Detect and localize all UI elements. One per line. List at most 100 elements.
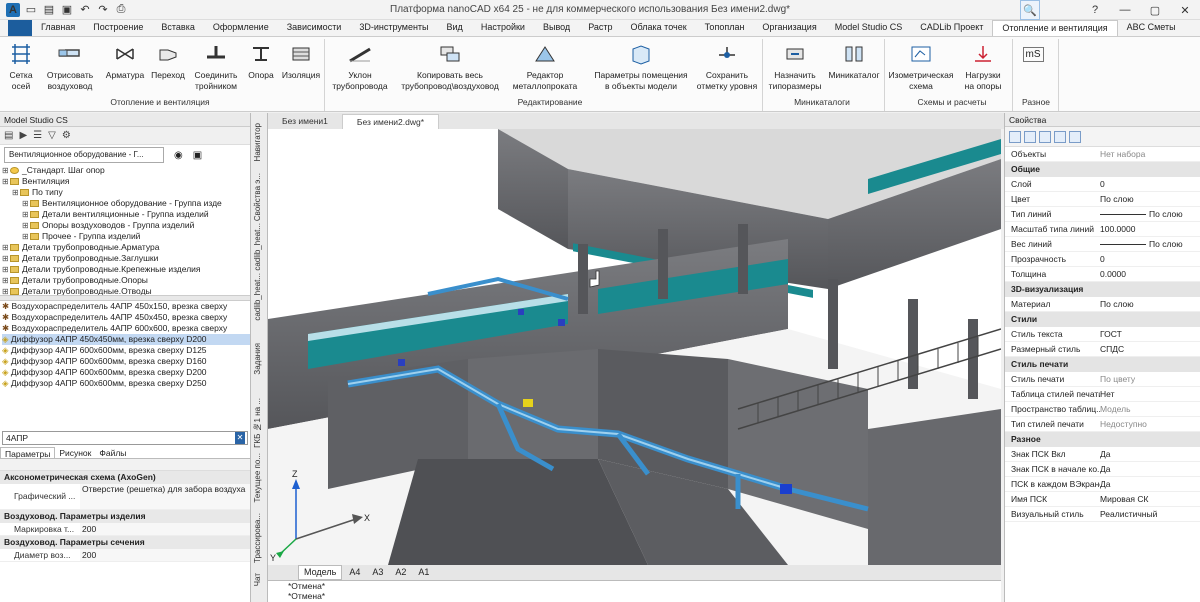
property-row[interactable]: Вес линий По слою xyxy=(1005,237,1200,252)
tree-node[interactable]: ⊞ Детали трубопроводные.Опоры xyxy=(2,275,250,286)
subtab[interactable]: Рисунок xyxy=(55,447,95,458)
side-tab[interactable]: Чат xyxy=(253,573,262,586)
save-icon[interactable]: ▣ xyxy=(60,3,74,17)
tee-connect-button[interactable]: Соединить тройником xyxy=(190,41,242,92)
stamp-icon[interactable]: ▣ xyxy=(193,150,202,161)
property-section[interactable]: Разное xyxy=(1005,432,1200,447)
ribbon-tab[interactable]: ABC Сметы xyxy=(1118,20,1185,36)
view-icon[interactable]: ☰ xyxy=(33,130,42,141)
expand-icon[interactable]: ⊞ xyxy=(2,165,10,176)
command-line[interactable]: *Отмена* *Отмена* xyxy=(268,580,1001,602)
property-row[interactable]: Таблица стилей печати Нет xyxy=(1005,387,1200,402)
document-tab[interactable]: Без имени1 xyxy=(268,114,342,129)
search-icon[interactable]: 🔍 xyxy=(1020,0,1040,20)
side-tab[interactable]: Свойства э... xyxy=(253,173,262,221)
property-row[interactable]: Знак ПСК Вкл Да xyxy=(1005,447,1200,462)
new-file-icon[interactable]: ▭ xyxy=(24,3,38,17)
prop-row-objects[interactable]: Объекты Нет набора xyxy=(1005,147,1200,162)
filter-icon[interactable] xyxy=(1054,130,1066,143)
room-params-button[interactable]: Параметры помещения в объекты модели xyxy=(586,41,696,92)
folder-icon[interactable]: ▤ xyxy=(4,130,13,141)
pickadd-icon[interactable] xyxy=(1039,130,1051,143)
layers-icon[interactable] xyxy=(1069,130,1081,143)
quick-select-icon[interactable] xyxy=(1009,130,1021,143)
tree-node[interactable]: ⊞ Вентиляция xyxy=(2,176,250,187)
ribbon-tab[interactable]: Вставка xyxy=(152,20,203,36)
maximize-button[interactable]: ▢ xyxy=(1140,0,1170,20)
side-tab[interactable]: Текущее по... xyxy=(253,453,262,503)
ribbon-tab[interactable]: Организация xyxy=(753,20,825,36)
undo-icon[interactable]: ↶ xyxy=(78,3,92,17)
property-row[interactable]: Материал По слою xyxy=(1005,297,1200,312)
file-menu-button[interactable] xyxy=(8,20,32,36)
play-icon[interactable]: ▶ xyxy=(19,130,27,141)
property-row[interactable]: Слой 0 xyxy=(1005,177,1200,192)
tree-node[interactable]: ⊞ Детали трубопроводные.Заглушки xyxy=(2,253,250,264)
ribbon-tab[interactable]: Вывод xyxy=(534,20,579,36)
catalog-combo[interactable]: Вентиляционное оборудование - Г... xyxy=(4,147,164,163)
ribbon-tab[interactable]: Построение xyxy=(84,20,152,36)
print-icon[interactable]: ⎙ xyxy=(114,3,128,17)
params-row[interactable]: Графический ... Отверстие (решетка) для … xyxy=(0,484,250,510)
tree-node[interactable]: ⊞ Опоры воздуховодов - Группа изделий xyxy=(2,220,250,231)
ribbon-tab[interactable]: Топоплан xyxy=(696,20,754,36)
ribbon-tab[interactable]: Отопление и вентиляция xyxy=(992,20,1118,36)
assign-sizes-button[interactable]: Назначить типоразмеры xyxy=(764,41,826,92)
save-level-button[interactable]: Сохранить отметку уровня xyxy=(696,41,758,92)
list-item[interactable]: ◈ Диффузор 4АПР 450x450мм, врезка сверху… xyxy=(2,334,250,345)
property-section[interactable]: Стили xyxy=(1005,312,1200,327)
tree-node[interactable]: ⊞ Прочее - Группа изделий xyxy=(2,231,250,242)
ribbon-tab[interactable]: 3D-инструменты xyxy=(350,20,437,36)
tree-node[interactable]: ⊞ Детали вентиляционные - Группа изделий xyxy=(2,209,250,220)
expand-icon[interactable]: ⊞ xyxy=(22,220,30,231)
tree-node[interactable]: ⊞ Детали трубопроводные.Арматура xyxy=(2,242,250,253)
property-section[interactable]: 3D-визуализация xyxy=(1005,282,1200,297)
tree-node[interactable]: ⊞ _Стандарт. Шаг опор xyxy=(2,165,250,176)
expand-icon[interactable]: ⊞ xyxy=(22,198,30,209)
ribbon-tab[interactable]: Вид xyxy=(438,20,472,36)
tree-node[interactable]: ⊞ Вентиляционное оборудование - Группа из… xyxy=(2,198,250,209)
layout-tab[interactable]: A3 xyxy=(367,566,388,579)
expand-icon[interactable]: ⊞ xyxy=(22,231,30,242)
close-button[interactable]: ✕ xyxy=(1170,0,1200,20)
property-row[interactable]: Тип линий По слою xyxy=(1005,207,1200,222)
expand-icon[interactable]: ⊞ xyxy=(2,253,10,264)
list-item[interactable]: ◈ Диффузор 4АПР 600x600мм, врезка сверху… xyxy=(2,367,250,378)
expand-icon[interactable]: ⊞ xyxy=(2,242,10,253)
subtab[interactable]: Файлы xyxy=(95,447,130,458)
list-item[interactable]: ◈ Диффузор 4АПР 600x600мм, врезка сверху… xyxy=(2,345,250,356)
side-tab[interactable]: Трассирова... xyxy=(253,513,262,563)
property-row[interactable]: Знак ПСК в начале ко... Да xyxy=(1005,462,1200,477)
property-row[interactable]: Прозрачность 0 xyxy=(1005,252,1200,267)
list-item[interactable]: ◈ Диффузор 4АПР 600x600мм, врезка сверху… xyxy=(2,356,250,367)
expand-icon[interactable]: ⊞ xyxy=(2,264,10,275)
property-row[interactable]: ПСК в каждом ВЭкране Да xyxy=(1005,477,1200,492)
help-icon[interactable]: ? xyxy=(1080,0,1110,20)
perehod-button[interactable]: Переход xyxy=(148,41,188,81)
tree-node[interactable]: ⊞ По типу xyxy=(2,187,250,198)
settings-icon[interactable]: ⚙ xyxy=(62,130,71,141)
ribbon-tab[interactable]: Зависимости xyxy=(278,20,351,36)
iso-scheme-button[interactable]: Изометрическая схема xyxy=(886,41,956,92)
open-file-icon[interactable]: ▤ xyxy=(42,3,56,17)
property-row[interactable]: Толщина 0.0000 xyxy=(1005,267,1200,282)
side-tab[interactable]: cadlib_heat... xyxy=(253,273,262,321)
redo-icon[interactable]: ↷ xyxy=(96,3,110,17)
minicatalog-button[interactable]: Миникаталог xyxy=(826,41,882,81)
expand-icon[interactable]: ⊞ xyxy=(2,275,10,286)
filter-icon[interactable]: ▽ xyxy=(48,130,56,141)
property-row[interactable]: Визуальный стиль Реалистичный xyxy=(1005,507,1200,522)
list-item[interactable]: ✱ Воздухораспределитель 4АПР 450x450, вр… xyxy=(2,312,250,323)
draw-duct-button[interactable]: Отрисовать воздуховод xyxy=(40,41,100,92)
property-section[interactable]: Стиль печати xyxy=(1005,357,1200,372)
list-item[interactable]: ◈ Диффузор 4АПР 600x600мм, врезка сверху… xyxy=(2,378,250,389)
ribbon-tab[interactable]: Облака точек xyxy=(622,20,696,36)
document-tab[interactable]: Без имени2.dwg* xyxy=(341,114,440,129)
property-row[interactable]: Имя ПСК Мировая СК xyxy=(1005,492,1200,507)
globe-icon[interactable]: ◉ xyxy=(174,150,183,161)
property-row[interactable]: Размерный стиль СПДС xyxy=(1005,342,1200,357)
list-item[interactable]: ✱ Воздухораспределитель 4АПР 450x150, вр… xyxy=(2,301,250,312)
side-tab[interactable]: Навигатор xyxy=(253,123,262,161)
expand-icon[interactable]: ⊞ xyxy=(2,176,10,187)
property-row[interactable]: Масштаб типа линий 100.0000 xyxy=(1005,222,1200,237)
